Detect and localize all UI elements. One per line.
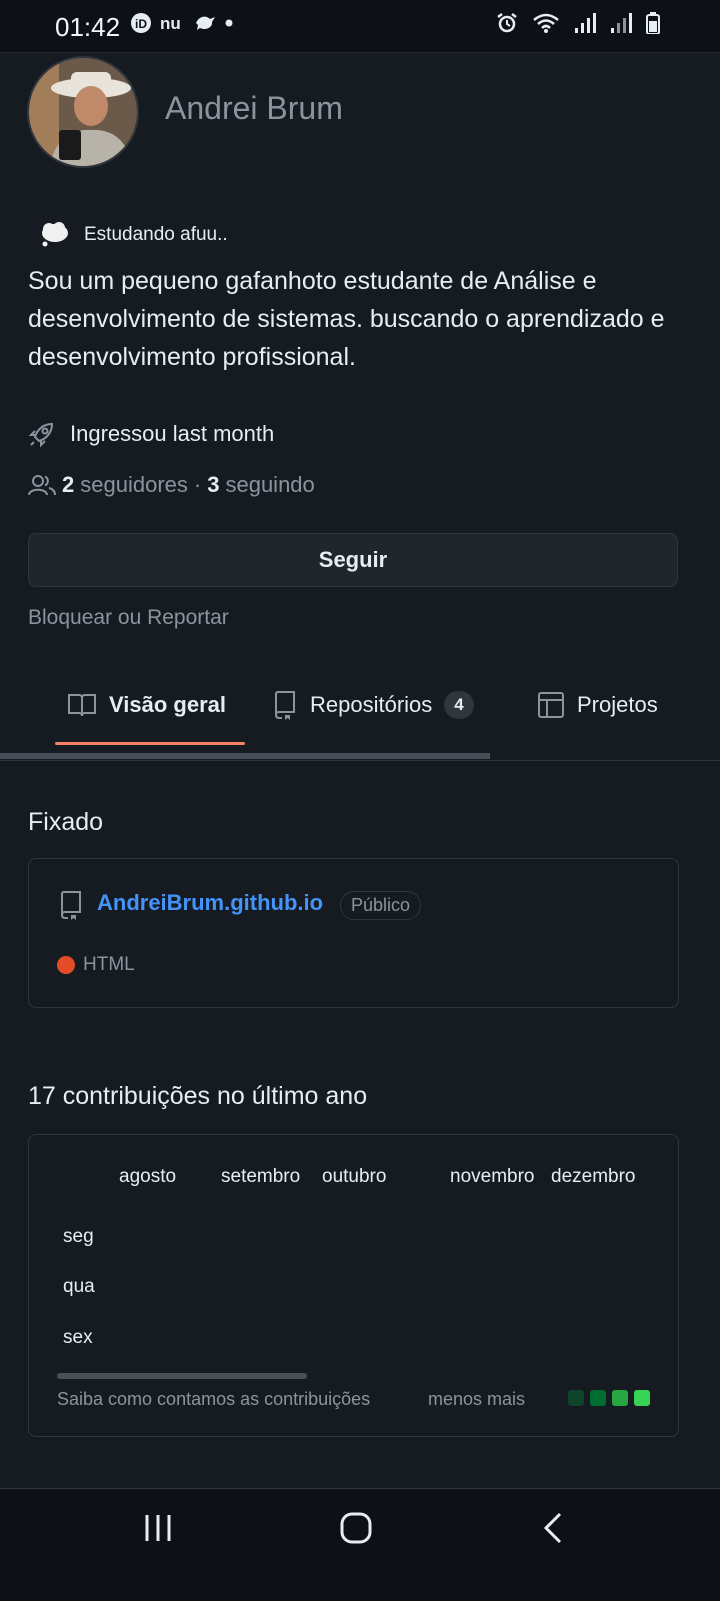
tab-overview[interactable]: Visão geral	[67, 680, 226, 730]
following-label: seguindo	[225, 472, 315, 497]
contributions-scrollbar[interactable]	[57, 1373, 307, 1379]
legend-square	[568, 1390, 584, 1406]
alarm-icon	[497, 13, 517, 33]
block-report-link[interactable]: Bloquear ou Reportar	[28, 606, 229, 630]
day-label: sex	[63, 1327, 93, 1348]
repo-icon	[60, 891, 81, 920]
thought-bubble-icon	[42, 222, 68, 247]
repo-count-badge: 4	[444, 691, 474, 719]
legend-less: menos	[428, 1389, 483, 1409]
back-icon[interactable]	[540, 1511, 566, 1545]
joined-info: Ingressou last month	[28, 420, 274, 448]
language-label: HTML	[83, 954, 135, 975]
followers-count: 2	[62, 472, 75, 497]
pinned-heading: Fixado	[28, 808, 104, 836]
pinned-repo-card	[28, 858, 679, 1008]
tabs-scrollbar[interactable]	[0, 753, 490, 759]
legend-square	[612, 1390, 628, 1406]
active-tab-indicator	[55, 742, 245, 745]
contributions-heading: 17 contribuições no último ano	[28, 1082, 368, 1110]
visibility-badge: Público	[340, 891, 422, 920]
separator: ·	[193, 472, 202, 497]
table-icon	[538, 692, 564, 718]
repo-icon	[274, 691, 295, 720]
recent-apps-icon[interactable]	[143, 1513, 173, 1543]
language-color-dot	[57, 956, 75, 974]
followers-label: seguidores	[80, 472, 188, 497]
day-label: qua	[63, 1276, 95, 1297]
wifi-icon	[533, 13, 559, 33]
system-nav-bar	[0, 1488, 720, 1601]
signal-icon	[611, 13, 632, 33]
svg-text:nu: nu	[160, 14, 181, 32]
joined-text: Ingressou last month	[70, 421, 275, 446]
tab-label: Visão geral	[109, 692, 226, 717]
dot-icon	[225, 19, 233, 27]
tab-label: Projetos	[577, 692, 658, 717]
month-label: setembro	[221, 1166, 301, 1187]
month-label: novembro	[450, 1166, 535, 1187]
status-text: Estudando afuu..	[84, 224, 228, 245]
status-system-icons	[496, 12, 660, 34]
month-label: dezembro	[551, 1166, 636, 1187]
legend-more: mais	[487, 1389, 526, 1409]
tabs-divider	[0, 760, 720, 761]
legend-square	[634, 1390, 650, 1406]
pinned-repo-link[interactable]: AndreiBrum.github.io	[97, 890, 323, 916]
profile-bio: Sou um pequeno gafanhoto estudante de An…	[28, 267, 665, 371]
legend-square	[590, 1390, 606, 1406]
avatar[interactable]	[27, 56, 139, 168]
tab-label: Repositórios	[310, 692, 433, 717]
rocket-icon	[28, 422, 54, 448]
people-icon	[28, 475, 56, 496]
status-time: 01:42	[55, 12, 121, 42]
legend-labels: menos mais	[428, 1389, 525, 1410]
month-label: agosto	[119, 1166, 177, 1187]
contributions-help-link[interactable]: Saiba como contamos as contribuições	[57, 1389, 370, 1410]
profile-name: Andrei Brum	[165, 90, 343, 126]
profile-tabs: Visão geral Repositórios 4 Projetos	[0, 680, 720, 760]
bird-icon	[196, 16, 215, 30]
month-label: outubro	[322, 1166, 387, 1187]
svg-text:iD: iD	[135, 17, 147, 31]
followers-info[interactable]: 2 seguidores · 3 seguindo	[28, 472, 315, 498]
status-bar: 01:42 iD nu	[0, 0, 720, 53]
tab-repositories[interactable]: Repositórios 4	[272, 680, 474, 730]
user-status[interactable]: Estudando afuu..	[40, 222, 228, 248]
battery-icon	[646, 12, 660, 34]
follow-button[interactable]: Seguir	[28, 533, 678, 587]
day-label: seg	[63, 1226, 94, 1247]
following-count: 3	[207, 472, 220, 497]
book-icon	[68, 694, 96, 717]
tab-projects[interactable]: Projetos	[537, 680, 658, 730]
id-icon: iD	[131, 13, 151, 33]
nu-icon: nu	[160, 14, 181, 32]
home-icon[interactable]	[339, 1511, 373, 1545]
repo-language: HTML	[57, 954, 135, 976]
signal-icon	[575, 13, 596, 33]
status-notification-icons: iD nu	[130, 12, 234, 34]
